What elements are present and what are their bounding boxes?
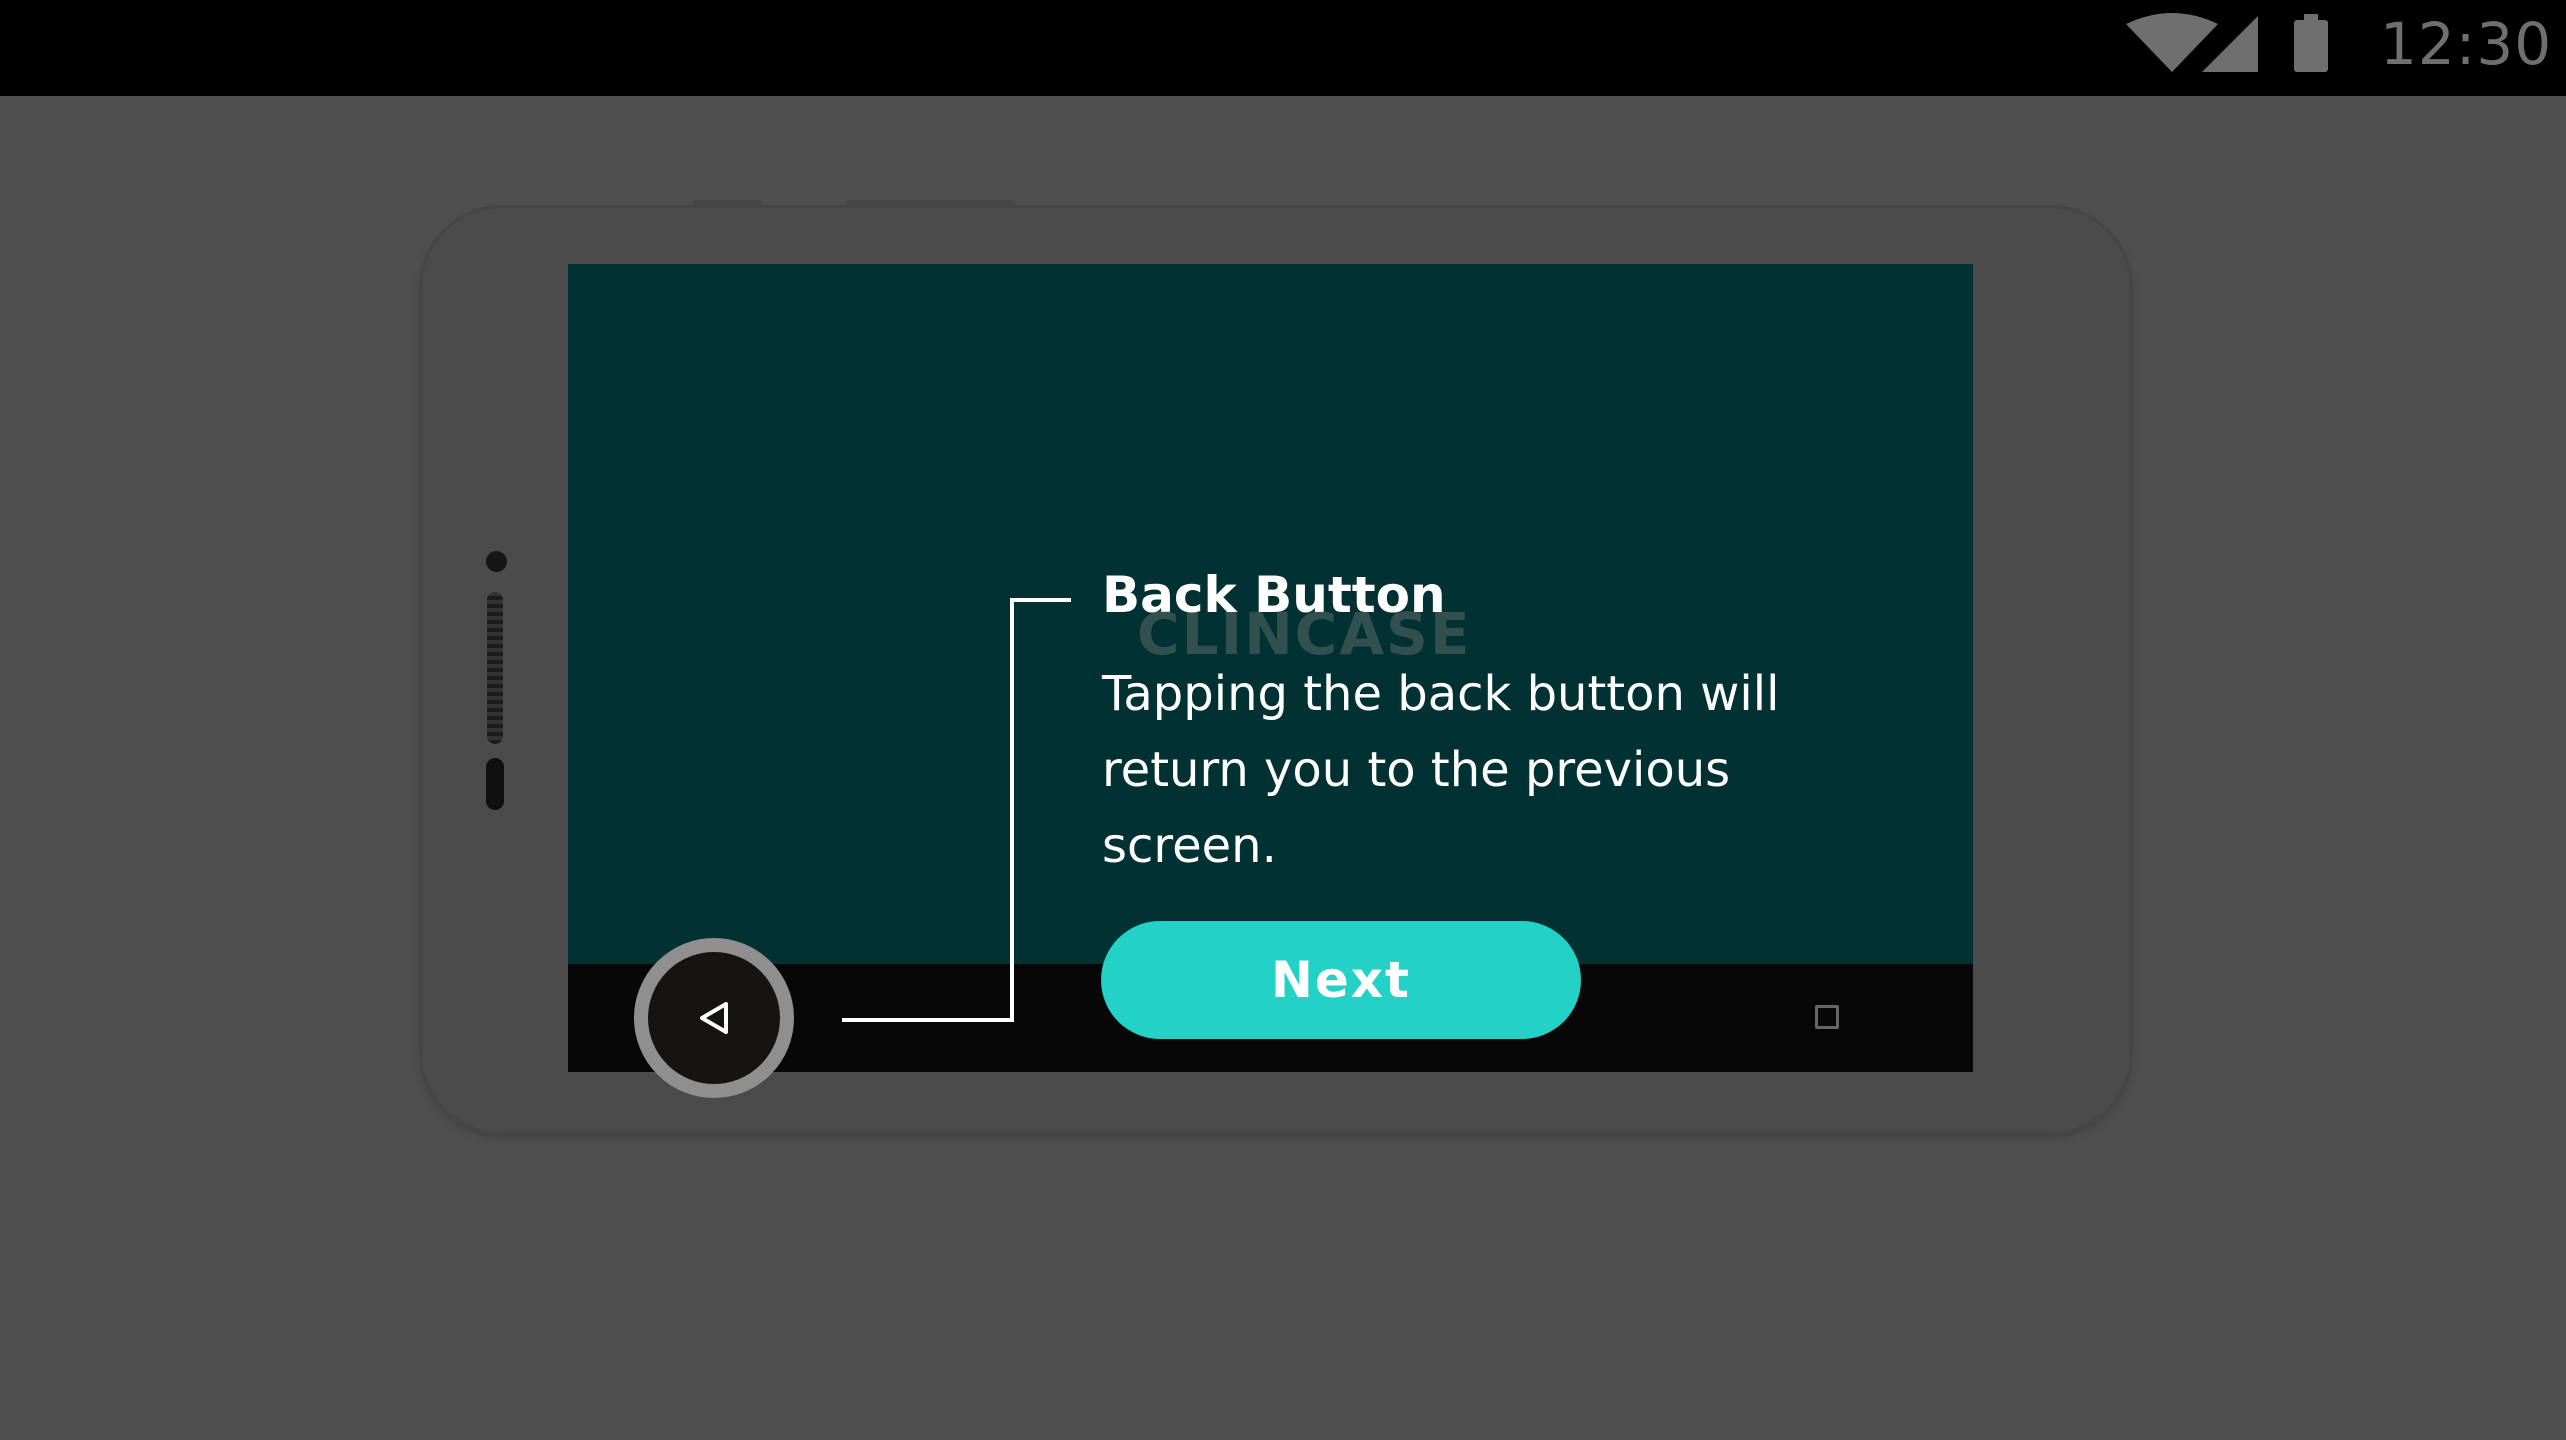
phone-volume-button [846,200,1016,208]
recents-icon[interactable] [1815,1005,1839,1029]
status-bar: 12:30 [0,0,2566,96]
battery-icon [2294,20,2328,72]
phone-camera [486,551,507,572]
tutorial-body: Tapping the back button will return you … [1102,666,1780,874]
wifi-icon [2126,13,2218,72]
back-button-highlight[interactable] [634,938,794,1098]
tutorial-title: Back Button [1102,566,1446,624]
callout-connector [842,598,1071,1022]
back-icon [700,1002,728,1034]
phone-speaker [487,592,503,744]
next-button[interactable]: Next [1101,921,1581,1039]
status-time: 12:30 [2380,10,2553,78]
phone-side-button [692,200,762,208]
phone-sensor [486,758,504,810]
